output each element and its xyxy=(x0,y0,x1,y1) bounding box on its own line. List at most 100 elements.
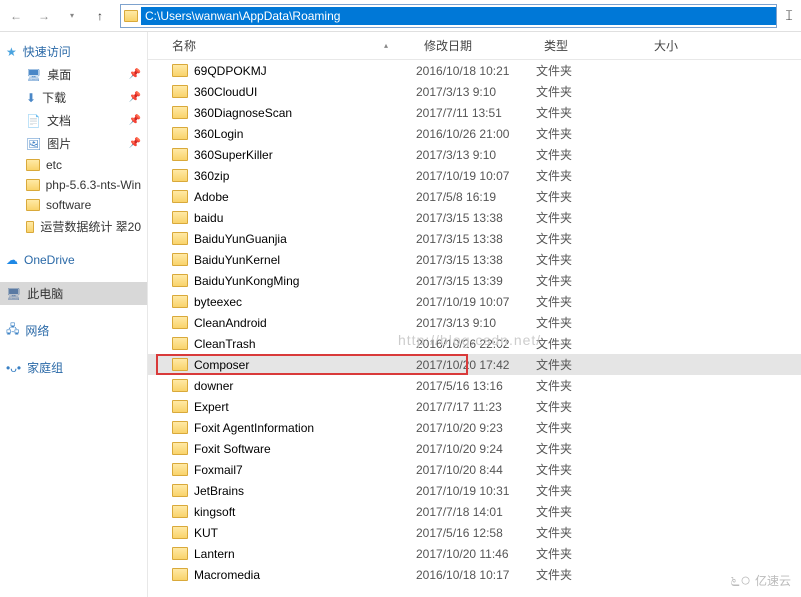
text-cursor-icon: 𝙸 xyxy=(781,7,797,24)
file-row[interactable]: 360Login2016/10/26 21:00文件夹 xyxy=(148,123,801,144)
file-type: 文件夹 xyxy=(536,461,646,478)
file-row[interactable]: Composer2017/10/20 17:42文件夹 xyxy=(148,354,801,375)
doc-icon: 📄 xyxy=(26,114,41,128)
sidebar-item-label: 运营数据统计 翠20 xyxy=(40,218,141,235)
up-button[interactable]: ↑ xyxy=(88,4,112,28)
corner-logo: ೬○ 亿速云 xyxy=(730,570,791,591)
file-row[interactable]: Adobe2017/5/8 16:19文件夹 xyxy=(148,186,801,207)
this-pc-item[interactable]: 🖥 此电脑 xyxy=(0,282,147,305)
file-list-panel: 名称 ▴ 修改日期 类型 大小 69QDPOKMJ 2016/10/18 10:2… xyxy=(148,32,801,597)
file-name: Foxit AgentInformation xyxy=(194,421,314,435)
back-button[interactable]: ← xyxy=(4,4,28,28)
file-row[interactable]: Foxit Software2017/10/20 9:24文件夹 xyxy=(148,438,801,459)
file-type: 文件夹 xyxy=(536,188,646,205)
file-date: 2016/10/18 10:21 xyxy=(416,64,536,78)
file-type: 文件夹 xyxy=(536,356,646,373)
file-row[interactable]: 360SuperKiller2017/3/13 9:10文件夹 xyxy=(148,144,801,165)
folder-icon xyxy=(172,106,188,119)
sidebar-item[interactable]: 📄 文档 📌 xyxy=(0,109,147,132)
file-row[interactable]: BaiduYunGuanjia2017/3/15 13:38文件夹 xyxy=(148,228,801,249)
file-date: 2017/3/13 9:10 xyxy=(416,316,536,330)
file-row[interactable]: 360CloudUI2017/3/13 9:10文件夹 xyxy=(148,81,801,102)
file-date: 2017/3/13 9:10 xyxy=(416,148,536,162)
file-name: KUT xyxy=(194,526,218,540)
file-row[interactable]: 360DiagnoseScan2017/7/11 13:51文件夹 xyxy=(148,102,801,123)
file-type: 文件夹 xyxy=(536,104,646,121)
file-row[interactable]: Expert2017/7/17 11:23文件夹 xyxy=(148,396,801,417)
file-type: 文件夹 xyxy=(536,272,646,289)
file-row[interactable]: byteexec2017/10/19 10:07文件夹 xyxy=(148,291,801,312)
file-row[interactable]: KUT2017/5/16 12:58文件夹 xyxy=(148,522,801,543)
header-size[interactable]: 大小 xyxy=(646,37,706,54)
header-date[interactable]: 修改日期 xyxy=(416,37,536,54)
file-type: 文件夹 xyxy=(536,335,646,352)
recent-dropdown[interactable]: ▾ xyxy=(60,4,84,28)
file-row[interactable]: BaiduYunKongMing2017/3/15 13:39文件夹 xyxy=(148,270,801,291)
file-row[interactable]: BaiduYunKernel2017/3/15 13:38文件夹 xyxy=(148,249,801,270)
file-date: 2017/10/20 9:24 xyxy=(416,442,536,456)
sidebar-item-label: php-5.6.3-nts-Win xyxy=(46,178,141,192)
pin-icon: 📌 xyxy=(129,138,141,149)
file-date: 2017/5/16 12:58 xyxy=(416,526,536,540)
file-row[interactable]: kingsoft2017/7/18 14:01文件夹 xyxy=(148,501,801,522)
address-input[interactable] xyxy=(141,7,776,25)
file-name: 360SuperKiller xyxy=(194,148,273,162)
file-name: BaiduYunGuanjia xyxy=(194,232,287,246)
file-type: 文件夹 xyxy=(536,125,646,142)
file-name: JetBrains xyxy=(194,484,244,498)
file-name: 69QDPOKMJ xyxy=(194,64,267,78)
file-row[interactable]: downer2017/5/16 13:16文件夹 xyxy=(148,375,801,396)
file-row[interactable]: baidu2017/3/15 13:38文件夹 xyxy=(148,207,801,228)
desktop-icon: 🖥 xyxy=(26,68,41,82)
onedrive-item[interactable]: ☁ OneDrive xyxy=(0,250,147,270)
file-row[interactable]: Lantern2017/10/20 11:46文件夹 xyxy=(148,543,801,564)
file-name: BaiduYunKernel xyxy=(194,253,280,267)
file-name: CleanAndroid xyxy=(194,316,267,330)
header-name[interactable]: 名称 ▴ xyxy=(148,37,416,54)
file-date: 2017/7/11 13:51 xyxy=(416,106,536,120)
sidebar-item[interactable]: ⬇下载📌 xyxy=(0,86,147,109)
header-type[interactable]: 类型 xyxy=(536,37,646,54)
folder-icon xyxy=(172,421,188,434)
file-type: 文件夹 xyxy=(536,62,646,79)
sidebar-item-label: 文档 xyxy=(47,112,71,129)
file-date: 2017/10/19 10:07 xyxy=(416,169,536,183)
pin-icon: 📌 xyxy=(129,115,141,126)
star-icon: ★ xyxy=(6,45,17,59)
file-row[interactable]: Foxmail72017/10/20 8:44文件夹 xyxy=(148,459,801,480)
forward-button[interactable]: → xyxy=(32,4,56,28)
sidebar-item[interactable]: php-5.6.3-nts-Win xyxy=(0,175,147,195)
file-row[interactable]: CleanAndroid 2017/3/13 9:10文件夹 xyxy=(148,312,801,333)
sidebar-item[interactable]: 运营数据统计 翠20 xyxy=(0,215,147,238)
file-row[interactable]: 69QDPOKMJ 2016/10/18 10:21文件夹 xyxy=(148,60,801,81)
file-type: 文件夹 xyxy=(536,314,646,331)
quick-access-header[interactable]: ★ 快速访问 xyxy=(0,40,147,63)
folder-icon xyxy=(172,190,188,203)
file-list[interactable]: 69QDPOKMJ2016/10/18 10:21文件夹360CloudUI20… xyxy=(148,60,801,597)
file-type: 文件夹 xyxy=(536,209,646,226)
file-date: 2017/7/18 14:01 xyxy=(416,505,536,519)
header-name-label: 名称 xyxy=(172,37,196,54)
sidebar-item[interactable]: software xyxy=(0,195,147,215)
file-row[interactable]: Foxit AgentInformation2017/10/20 9:23文件夹 xyxy=(148,417,801,438)
network-icon: 🖧 xyxy=(6,320,19,341)
download-icon: ⬇ xyxy=(26,91,36,105)
file-row[interactable]: CleanTrash2016/10/26 22:02文件夹 xyxy=(148,333,801,354)
network-item[interactable]: 🖧 网络 xyxy=(0,317,147,344)
onedrive-label: OneDrive xyxy=(24,253,75,267)
file-name: Foxmail7 xyxy=(194,463,243,477)
file-name: Lantern xyxy=(194,547,235,561)
homegroup-item[interactable]: •ᴗ• 家庭组 xyxy=(0,356,147,379)
file-row[interactable]: JetBrains2017/10/19 10:31文件夹 xyxy=(148,480,801,501)
file-type: 文件夹 xyxy=(536,83,646,100)
file-row[interactable]: Macromedia2016/10/18 10:17文件夹 xyxy=(148,564,801,585)
sidebar-item[interactable]: 🖼图片📌 xyxy=(0,132,147,155)
file-date: 2017/3/13 9:10 xyxy=(416,85,536,99)
file-type: 文件夹 xyxy=(536,398,646,415)
file-type: 文件夹 xyxy=(536,440,646,457)
address-bar[interactable] xyxy=(120,4,777,28)
sidebar-item[interactable]: etc xyxy=(0,155,147,175)
sidebar-item[interactable]: 🖥桌面📌 xyxy=(0,63,147,86)
file-type: 文件夹 xyxy=(536,545,646,562)
file-row[interactable]: 360zip2017/10/19 10:07文件夹 xyxy=(148,165,801,186)
